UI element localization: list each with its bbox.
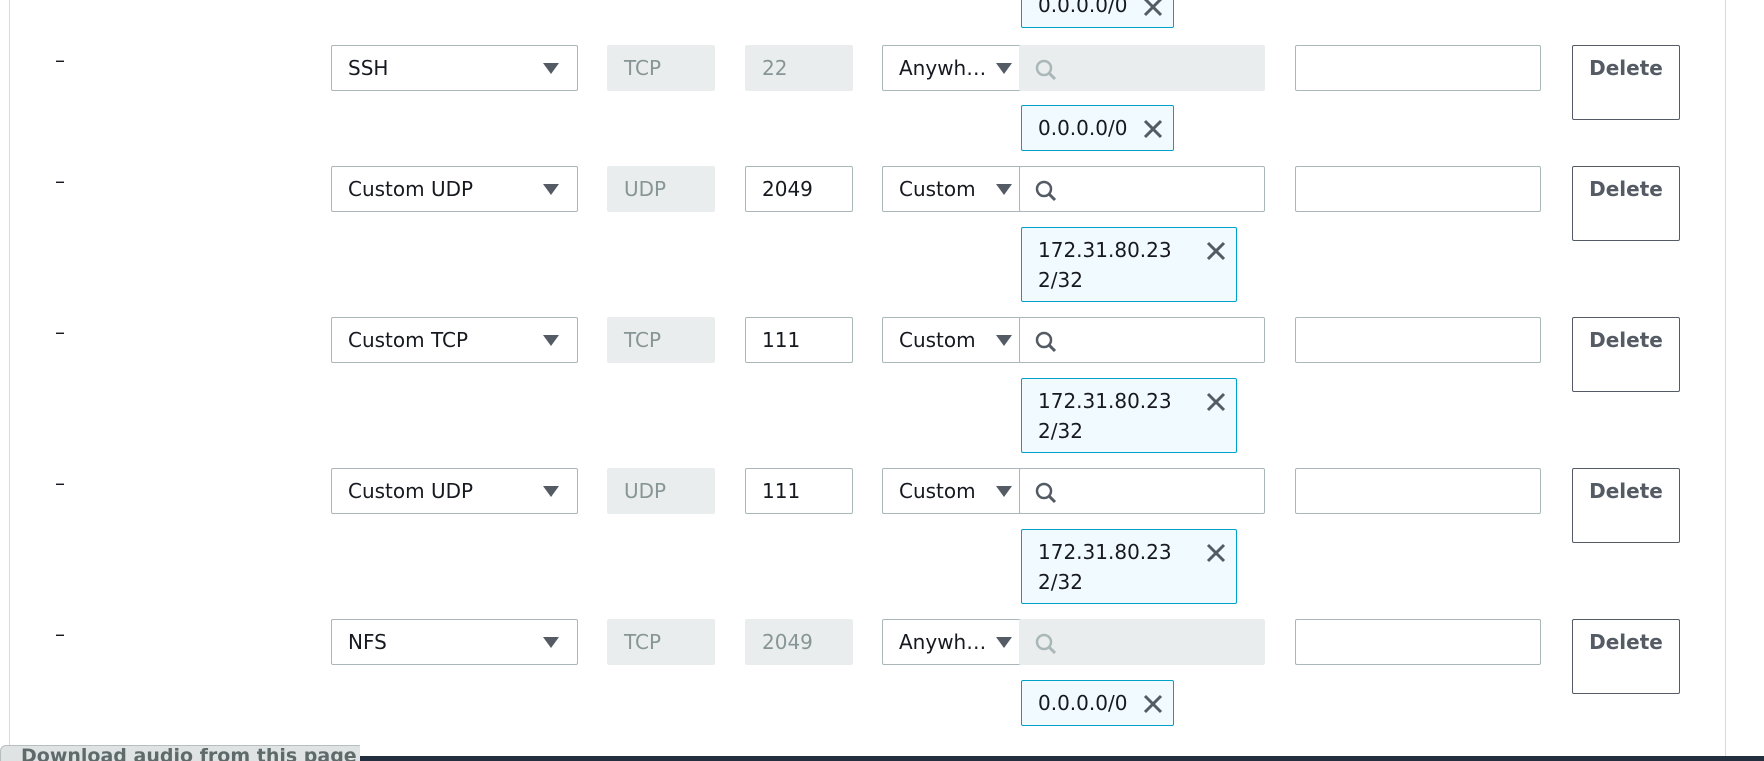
caret-down-icon	[996, 335, 1012, 346]
protocol-field: UDP	[607, 166, 715, 212]
port-range-field: 2049	[745, 619, 853, 665]
caret-down-icon	[996, 184, 1012, 195]
source-token: 0.0.0.0/0	[1021, 680, 1174, 726]
close-icon[interactable]	[1142, 0, 1164, 18]
token-value: 172.31.80.232/32	[1038, 238, 1172, 292]
type-select[interactable]: Custom UDP	[331, 468, 578, 514]
type-select[interactable]: Custom UDP	[331, 166, 578, 212]
description-input[interactable]	[1295, 619, 1541, 665]
token-value: 0.0.0.0/0	[1038, 116, 1128, 140]
delete-label: Delete	[1589, 328, 1663, 352]
close-icon[interactable]	[1142, 693, 1164, 715]
description-input[interactable]	[1295, 166, 1541, 212]
source-token: 0.0.0.0/0	[1021, 0, 1174, 28]
close-icon[interactable]	[1205, 240, 1227, 262]
port-range-input[interactable]: 2049	[745, 166, 853, 212]
rule-dash: –	[55, 169, 65, 193]
caret-down-icon	[996, 63, 1012, 74]
description-input[interactable]	[1295, 468, 1541, 514]
delete-label: Delete	[1589, 177, 1663, 201]
token-value: 0.0.0.0/0	[1038, 0, 1128, 17]
source-select[interactable]: Custom	[882, 166, 1021, 212]
cidr-search-input	[1019, 619, 1265, 665]
caret-down-icon	[543, 486, 559, 497]
protocol-field: TCP	[607, 619, 715, 665]
delete-label: Delete	[1589, 56, 1663, 80]
cidr-search-input[interactable]	[1019, 166, 1265, 212]
search-icon	[1035, 482, 1057, 504]
caret-down-icon	[543, 637, 559, 648]
type-select-value: Custom UDP	[348, 479, 474, 503]
rule-dash: –	[55, 320, 65, 344]
close-icon[interactable]	[1205, 542, 1227, 564]
type-select[interactable]: NFS	[331, 619, 578, 665]
source-token: 0.0.0.0/0	[1021, 105, 1174, 151]
caret-down-icon	[996, 637, 1012, 648]
caret-down-icon	[996, 486, 1012, 497]
type-select-value: NFS	[348, 630, 387, 654]
search-icon	[1035, 633, 1057, 655]
source-select-value: Custom	[899, 328, 976, 352]
protocol-field: UDP	[607, 468, 715, 514]
search-icon	[1035, 331, 1057, 353]
cidr-search-input[interactable]	[1019, 468, 1265, 514]
close-icon[interactable]	[1205, 391, 1227, 413]
type-select-value: SSH	[348, 56, 389, 80]
description-input[interactable]	[1295, 45, 1541, 91]
download-audio-bar: Download audio from this page?×	[0, 745, 360, 761]
caret-down-icon	[543, 335, 559, 346]
source-token: 172.31.80.232/32	[1021, 227, 1237, 302]
port-range-input[interactable]: 111	[745, 468, 853, 514]
cidr-search-input[interactable]	[1019, 317, 1265, 363]
port-range-input[interactable]: 111	[745, 317, 853, 363]
inbound-rules-panel: 0.0.0.0/0 – SSH TCP 22 Anywh… Delete 0.0…	[9, 0, 1726, 756]
delete-label: Delete	[1589, 630, 1663, 654]
rule-dash: –	[55, 471, 65, 495]
delete-label: Delete	[1589, 479, 1663, 503]
delete-button[interactable]: Delete	[1572, 317, 1680, 392]
source-select[interactable]: Anywh…	[882, 619, 1021, 665]
download-audio-label: Download audio from this page	[21, 745, 357, 761]
source-select-value: Custom	[899, 479, 976, 503]
type-select-value: Custom UDP	[348, 177, 474, 201]
source-select[interactable]: Anywh…	[882, 45, 1021, 91]
delete-button[interactable]: Delete	[1572, 468, 1680, 543]
source-select[interactable]: Custom	[882, 317, 1021, 363]
port-range-field: 22	[745, 45, 853, 91]
description-input[interactable]	[1295, 317, 1541, 363]
type-select-value: Custom TCP	[348, 328, 469, 352]
rule-dash: –	[55, 622, 65, 646]
cidr-search-input	[1019, 45, 1265, 91]
close-icon[interactable]	[1142, 118, 1164, 140]
token-value: 0.0.0.0/0	[1038, 691, 1128, 715]
search-icon	[1035, 180, 1057, 202]
caret-down-icon	[543, 63, 559, 74]
caret-down-icon	[543, 184, 559, 195]
delete-button[interactable]: Delete	[1572, 619, 1680, 694]
protocol-field: TCP	[607, 45, 715, 91]
source-token: 172.31.80.232/32	[1021, 378, 1237, 453]
source-token: 172.31.80.232/32	[1021, 529, 1237, 604]
source-select[interactable]: Custom	[882, 468, 1021, 514]
source-select-value: Anywh…	[899, 56, 987, 80]
download-audio-button[interactable]: Download audio from this page	[0, 745, 360, 761]
delete-button[interactable]: Delete	[1572, 45, 1680, 120]
source-select-value: Custom	[899, 177, 976, 201]
token-value: 172.31.80.232/32	[1038, 389, 1172, 443]
rule-dash: –	[55, 48, 65, 72]
delete-button[interactable]: Delete	[1572, 166, 1680, 241]
protocol-field: TCP	[607, 317, 715, 363]
search-icon	[1035, 59, 1057, 81]
source-select-value: Anywh…	[899, 630, 987, 654]
token-value: 172.31.80.232/32	[1038, 540, 1172, 594]
type-select[interactable]: SSH	[331, 45, 578, 91]
type-select[interactable]: Custom TCP	[331, 317, 578, 363]
